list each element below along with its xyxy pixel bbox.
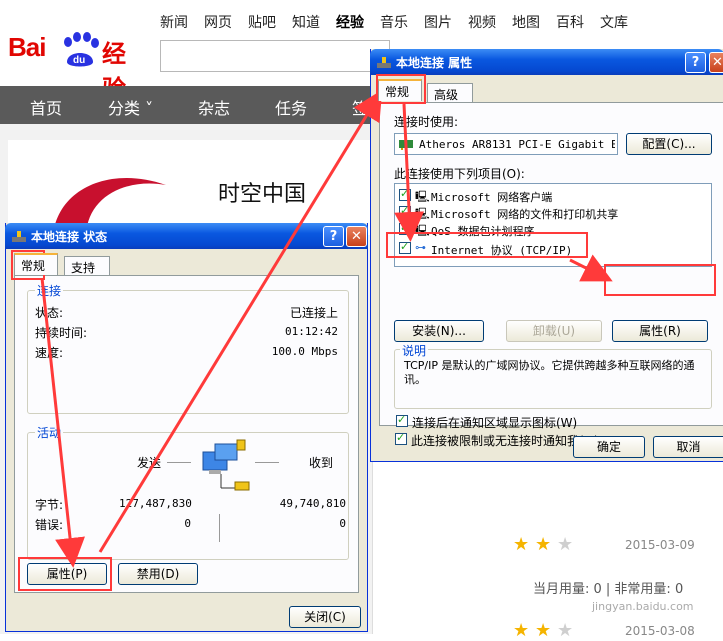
status-titlebar[interactable]: 本地连接 状态 ? ✕ — [5, 223, 368, 249]
help-button[interactable]: ? — [323, 226, 344, 247]
adapter-icon — [399, 140, 413, 150]
star-icon: ★ — [557, 620, 574, 641]
star-icon: ★ — [535, 534, 552, 555]
errors-sent-value: 0 — [184, 517, 191, 530]
watermark-text: jingyan.baidu.com — [592, 600, 694, 613]
highlight-box — [18, 557, 112, 591]
errors-received-value: 0 — [339, 517, 346, 530]
description-group-label: 说明 — [400, 342, 429, 359]
star-icon: ★ — [557, 534, 574, 555]
menu-item-magazine[interactable]: 杂志 — [198, 95, 230, 119]
logo-bai-text: Bai — [8, 32, 46, 62]
activity-group — [27, 432, 349, 560]
nav-link[interactable]: 网页 — [204, 12, 232, 32]
uninstall-button[interactable]: 卸载(U) — [506, 320, 602, 342]
activity-group-label: 活动 — [35, 424, 64, 441]
status-label: 状态: — [35, 306, 64, 320]
highlight-box — [386, 232, 588, 258]
received-label: 收到 — [309, 456, 334, 470]
tcpip-properties-button[interactable]: 属性(R) — [612, 320, 708, 342]
nav-link[interactable]: 视频 — [468, 12, 496, 32]
menu-item-tasks[interactable]: 任务 — [275, 95, 307, 119]
configure-button[interactable]: 配置(C)... — [626, 133, 712, 155]
nav-link[interactable]: 百科 — [556, 12, 584, 32]
limited-notify-label: 此连接被限制或无连接时通知我(M) — [411, 434, 599, 448]
description-text: TCP/IP 是默认的广域网协议。它提供跨越多种互联网络的通讯。 — [404, 359, 695, 386]
item-checkbox[interactable] — [399, 187, 411, 201]
logo-du-text: du — [73, 55, 85, 66]
status-title: 本地连接 状态 — [31, 230, 108, 244]
nav-link-current[interactable]: 经验 — [336, 12, 364, 32]
connect-using-label: 连接时使用: — [394, 115, 459, 129]
card-title: 时空中国 — [218, 182, 307, 207]
tab-support[interactable]: 支持 — [64, 256, 110, 276]
highlight-box — [604, 264, 716, 296]
install-button[interactable]: 安装(N)... — [394, 320, 484, 342]
network-icon — [12, 231, 26, 242]
notify-icon-checkbox[interactable] — [396, 413, 408, 427]
nav-link[interactable]: 音乐 — [380, 12, 408, 32]
nav-link[interactable]: 新闻 — [160, 12, 188, 32]
nav-link[interactable]: 文库 — [600, 12, 628, 32]
limited-notify-checkbox[interactable] — [395, 431, 407, 445]
props-title: 本地连接 属性 — [396, 56, 473, 70]
cancel-button[interactable]: 取消 — [653, 436, 723, 458]
close-window-button[interactable]: ✕ — [709, 52, 723, 73]
disable-button[interactable]: 禁用(D) — [118, 563, 198, 585]
tab-general[interactable]: 常规 — [14, 253, 58, 275]
star-icon: ★ — [535, 620, 552, 641]
activity-divider — [219, 514, 220, 542]
baidu-logo[interactable]: Bai du 经验 — [8, 14, 148, 103]
status-value: 已连接上 — [289, 306, 338, 320]
props-titlebar[interactable]: 本地连接 属性 ? ✕ — [370, 49, 723, 75]
menu-item-signin[interactable]: 签 — [352, 95, 368, 119]
comment-date: 2015-03-09 — [625, 538, 695, 552]
item-label: Microsoft 网络的文件和打印机共享 — [431, 208, 619, 221]
menu-item-home[interactable]: 首页 — [30, 95, 62, 119]
baidu-top-nav: 新闻 网页 贴吧 知道 经验 音乐 图片 视频 地图 百科 文库 — [160, 12, 644, 32]
received-line — [255, 462, 279, 463]
star-icon: ★ — [513, 534, 530, 555]
item-checkbox[interactable] — [399, 204, 411, 218]
list-item[interactable]: 🖳 Microsoft 网络的文件和打印机共享 — [399, 204, 699, 221]
network-activity-icon — [202, 439, 250, 491]
connection-group-label: 连接 — [35, 282, 64, 299]
sent-label: 发送 — [137, 456, 162, 470]
bytes-label: 字节: — [35, 498, 64, 512]
baidu-search-input[interactable] — [160, 40, 390, 72]
baidu-paw-icon: du — [64, 32, 99, 67]
adapter-name: Atheros AR8131 PCI-E Gigabit E — [419, 138, 615, 151]
duration-value: 01:12:42 — [285, 325, 338, 338]
nav-link[interactable]: 知道 — [292, 12, 320, 32]
item-label: Microsoft 网络客户端 — [431, 191, 553, 204]
speed-value: 100.0 Mbps — [271, 345, 338, 358]
nav-link[interactable]: 图片 — [424, 12, 452, 32]
list-item[interactable]: 🖳 Microsoft 网络客户端 — [399, 187, 699, 204]
network-icon — [377, 57, 391, 68]
bytes-received-value: 49,740,810 — [279, 497, 346, 510]
errors-label: 错误: — [35, 518, 64, 532]
nav-link[interactable]: 地图 — [512, 12, 540, 32]
sent-line — [167, 462, 191, 463]
notify-icon-label: 连接后在通知区域显示图标(W) — [412, 416, 578, 430]
close-button[interactable]: 关闭(C) — [289, 606, 361, 628]
comment-date: 2015-03-08 — [625, 624, 695, 638]
close-window-button[interactable]: ✕ — [346, 226, 367, 247]
speed-label: 速度: — [35, 346, 64, 360]
bytes-sent-value: 127,487,830 — [119, 497, 192, 510]
duration-label: 持续时间: — [35, 326, 88, 340]
tab-general[interactable]: 常规 — [378, 79, 422, 101]
items-label: 此连接使用下列项目(O): — [394, 167, 525, 181]
menu-item-category[interactable]: 分类 ˅ — [108, 95, 153, 119]
help-button[interactable]: ? — [685, 52, 706, 73]
star-icon: ★ — [513, 620, 530, 641]
status-general-panel: 连接 状态: 已连接上 持续时间: 01:12:42 速度: 100.0 Mbp… — [14, 275, 359, 593]
article-card: 时空中国 — [8, 140, 372, 235]
tab-advanced[interactable]: 高级 — [427, 83, 473, 103]
usage-text: 当月用量: 0 | 非常用量: 0 — [533, 582, 684, 597]
baidu-menu-bar: 首页 分类 ˅ 杂志 任务 签 — [0, 86, 380, 124]
ok-button[interactable]: 确定 — [573, 436, 645, 458]
nav-link[interactable]: 贴吧 — [248, 12, 276, 32]
adapter-field: Atheros AR8131 PCI-E Gigabit E — [394, 133, 618, 155]
